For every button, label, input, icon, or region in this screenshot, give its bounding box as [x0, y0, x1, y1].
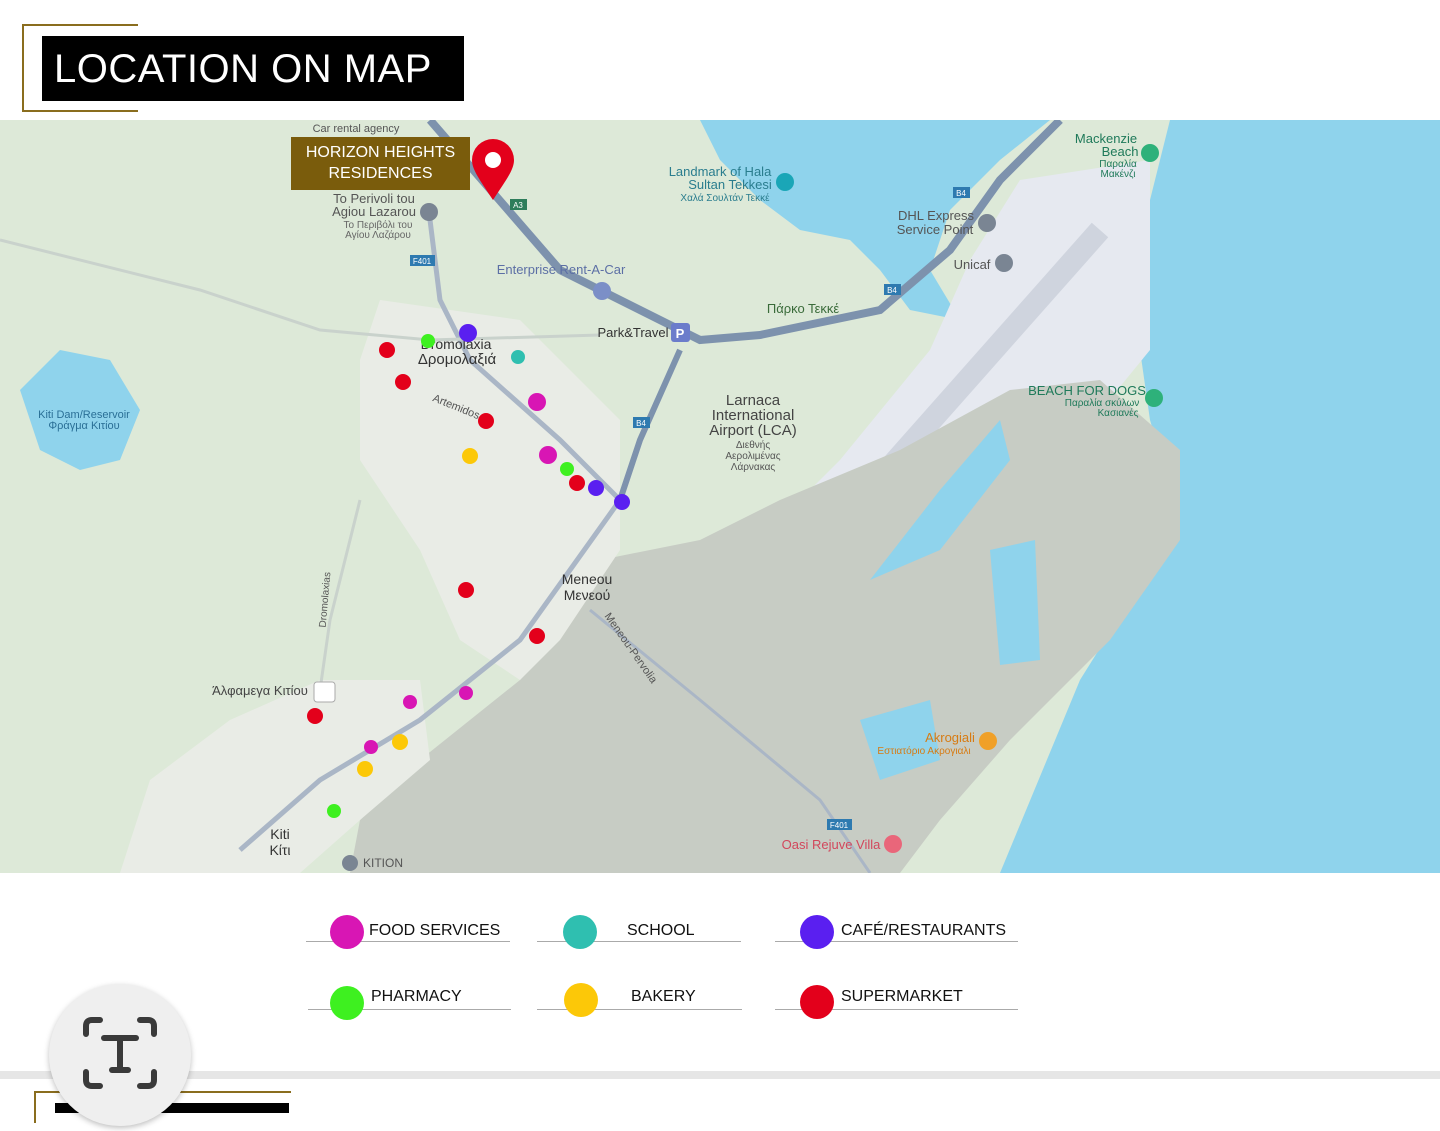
poi-marker-supermarket[interactable] [307, 708, 323, 724]
legend-label-pharmacy: PHARMACY [371, 988, 462, 1005]
poi-marker-supermarket[interactable] [569, 475, 585, 491]
akrogiali-label-gr: Εστιατόριο Ακρογιαλι [877, 745, 970, 757]
legend-label-bakery: BAKERY [631, 988, 696, 1005]
perivoli-label-gr2: Αγίου Λαζάρου [345, 229, 411, 241]
road-shield-b4-1-text: B4 [956, 189, 966, 198]
legend-dot-school [563, 915, 597, 949]
legend-label-food: FOOD SERVICES [369, 922, 501, 939]
dhl-icon [978, 214, 996, 232]
poi-marker-food-services[interactable] [528, 393, 546, 411]
park-travel-label: Park&Travel [597, 325, 668, 340]
legend-bakery: BAKERY [537, 983, 742, 1023]
beach-dogs-label-gr2: Κασιανές [1098, 407, 1139, 419]
airport-label-gr2: Αερολιμένας [725, 450, 780, 462]
landmark-label-gr: Χαλά Σουλτάν Τεκκέ [680, 192, 770, 204]
enterprise-label: Enterprise Rent-A-Car [497, 262, 626, 277]
road-shield-f401-2-text: F401 [830, 821, 849, 830]
poi-marker-pharmacy[interactable] [560, 462, 574, 476]
meneou-label: Meneou [562, 571, 613, 587]
park-icon [1145, 389, 1163, 407]
oasi-label: Oasi Rejuve Villa [782, 837, 882, 852]
poi-marker-bakery[interactable] [392, 734, 408, 750]
property-name-line1: HORIZON HEIGHTS [305, 144, 456, 161]
perivoli-label-en2: Agiou Lazarou [332, 204, 416, 219]
airport-label-gr3: Λάρνακας [731, 461, 776, 473]
airport-label-gr1: Διεθνής [736, 439, 770, 451]
legend-dot-food [330, 915, 364, 949]
legend-school: SCHOOL [537, 915, 741, 955]
hotel-icon [884, 835, 902, 853]
kition-label: KITION [363, 856, 403, 870]
legend-supermarket: SUPERMARKET [775, 983, 1018, 1023]
poi-marker-bakery[interactable] [357, 761, 373, 777]
legend-dot-bakery [564, 983, 598, 1017]
mackenzie-label-gr2: Μακένζι [1100, 168, 1135, 180]
poi-marker-food-services[interactable] [403, 695, 417, 709]
property-label: HORIZON HEIGHTS RESIDENCES [291, 137, 470, 190]
poi-marker-supermarket[interactable] [395, 374, 411, 390]
legend-dot-supermarket [800, 985, 834, 1019]
unicaf-label: Unicaf [954, 257, 991, 272]
poi-marker-school[interactable] [511, 350, 525, 364]
parking-icon-letter: P [676, 326, 685, 341]
poi-marker-food-services[interactable] [539, 446, 557, 464]
car-rental-icon [593, 282, 611, 300]
text-scan-icon [83, 1017, 157, 1089]
museum-icon [342, 855, 358, 871]
map-canvas: Car rental agency To Perivoli tou Agiou … [0, 120, 1440, 873]
map-pin-icon[interactable] [472, 139, 514, 200]
poi-marker-caf-restaurants[interactable] [614, 494, 630, 510]
restaurant-icon [979, 732, 997, 750]
page-title: LOCATION ON MAP [42, 36, 464, 101]
alfamega-label: Άλφαμεγα Κιτίου [212, 683, 308, 698]
school-poi-icon [995, 254, 1013, 272]
store-icon [313, 681, 336, 703]
legend-dot-cafe [800, 915, 834, 949]
poi-marker-food-services[interactable] [459, 686, 473, 700]
kiti-dam-label-2: Φράγμα Κιτίου [48, 420, 119, 432]
map[interactable]: Car rental agency To Perivoli tou Agiou … [0, 120, 1440, 873]
legend-cafe-restaurants: CAFÉ/RESTAURANTS [775, 915, 1018, 955]
legend-dot-pharmacy [330, 986, 364, 1020]
poi-marker-caf-restaurants[interactable] [588, 480, 604, 496]
legend-label-supermarket: SUPERMARKET [841, 988, 963, 1005]
airport-label-3: Airport (LCA) [709, 422, 797, 439]
meneou-label-gr: Μενεού [564, 587, 611, 603]
poi-marker-supermarket[interactable] [458, 582, 474, 598]
poi-marker-supermarket[interactable] [529, 628, 545, 644]
poi-marker-supermarket[interactable] [478, 413, 494, 429]
poi-marker-food-services[interactable] [364, 740, 378, 754]
legend-pharmacy: PHARMACY [308, 983, 511, 1023]
dromolaxia-label-gr: Δρομολαξιά [418, 351, 497, 368]
road-shield-b4-3-text: B4 [636, 419, 646, 428]
legend-food-services: FOOD SERVICES [306, 915, 510, 955]
poi-marker-pharmacy[interactable] [327, 804, 341, 818]
road-shield-b4-2-text: B4 [887, 286, 897, 295]
parko-label: Πάρκο Τεκκέ [767, 301, 840, 316]
poi-marker-caf-restaurants[interactable] [459, 324, 477, 342]
landmark-label-2: Sultan Tekkesi [688, 177, 772, 192]
section-divider [0, 1071, 1440, 1079]
church-icon [420, 203, 438, 221]
akrogiali-label: Akrogiali [925, 730, 975, 745]
road-shield-f401-text: F401 [413, 257, 432, 266]
car-rental-label: Car rental agency [313, 123, 400, 135]
kiti-label: Kiti [270, 826, 289, 842]
poi-marker-pharmacy[interactable] [421, 334, 435, 348]
landmark-icon [776, 173, 794, 191]
kiti-label-gr: Κίτι [269, 842, 290, 858]
legend-label-school: SCHOOL [627, 922, 695, 939]
poi-marker-bakery[interactable] [462, 448, 478, 464]
property-name-line2: RESIDENCES [328, 165, 433, 182]
beach-icon [1141, 144, 1159, 162]
dhl-label-1: DHL Express [898, 208, 975, 223]
mackenzie-label-2: Beach [1102, 144, 1139, 159]
text-scan-button[interactable] [49, 984, 191, 1126]
poi-marker-supermarket[interactable] [379, 342, 395, 358]
legend-label-cafe: CAFÉ/RESTAURANTS [841, 922, 1007, 939]
road-shield-a3-text: A3 [513, 201, 523, 210]
beach-dogs-label: BEACH FOR DOGS [1028, 383, 1146, 398]
dhl-label-2: Service Point [897, 222, 974, 237]
